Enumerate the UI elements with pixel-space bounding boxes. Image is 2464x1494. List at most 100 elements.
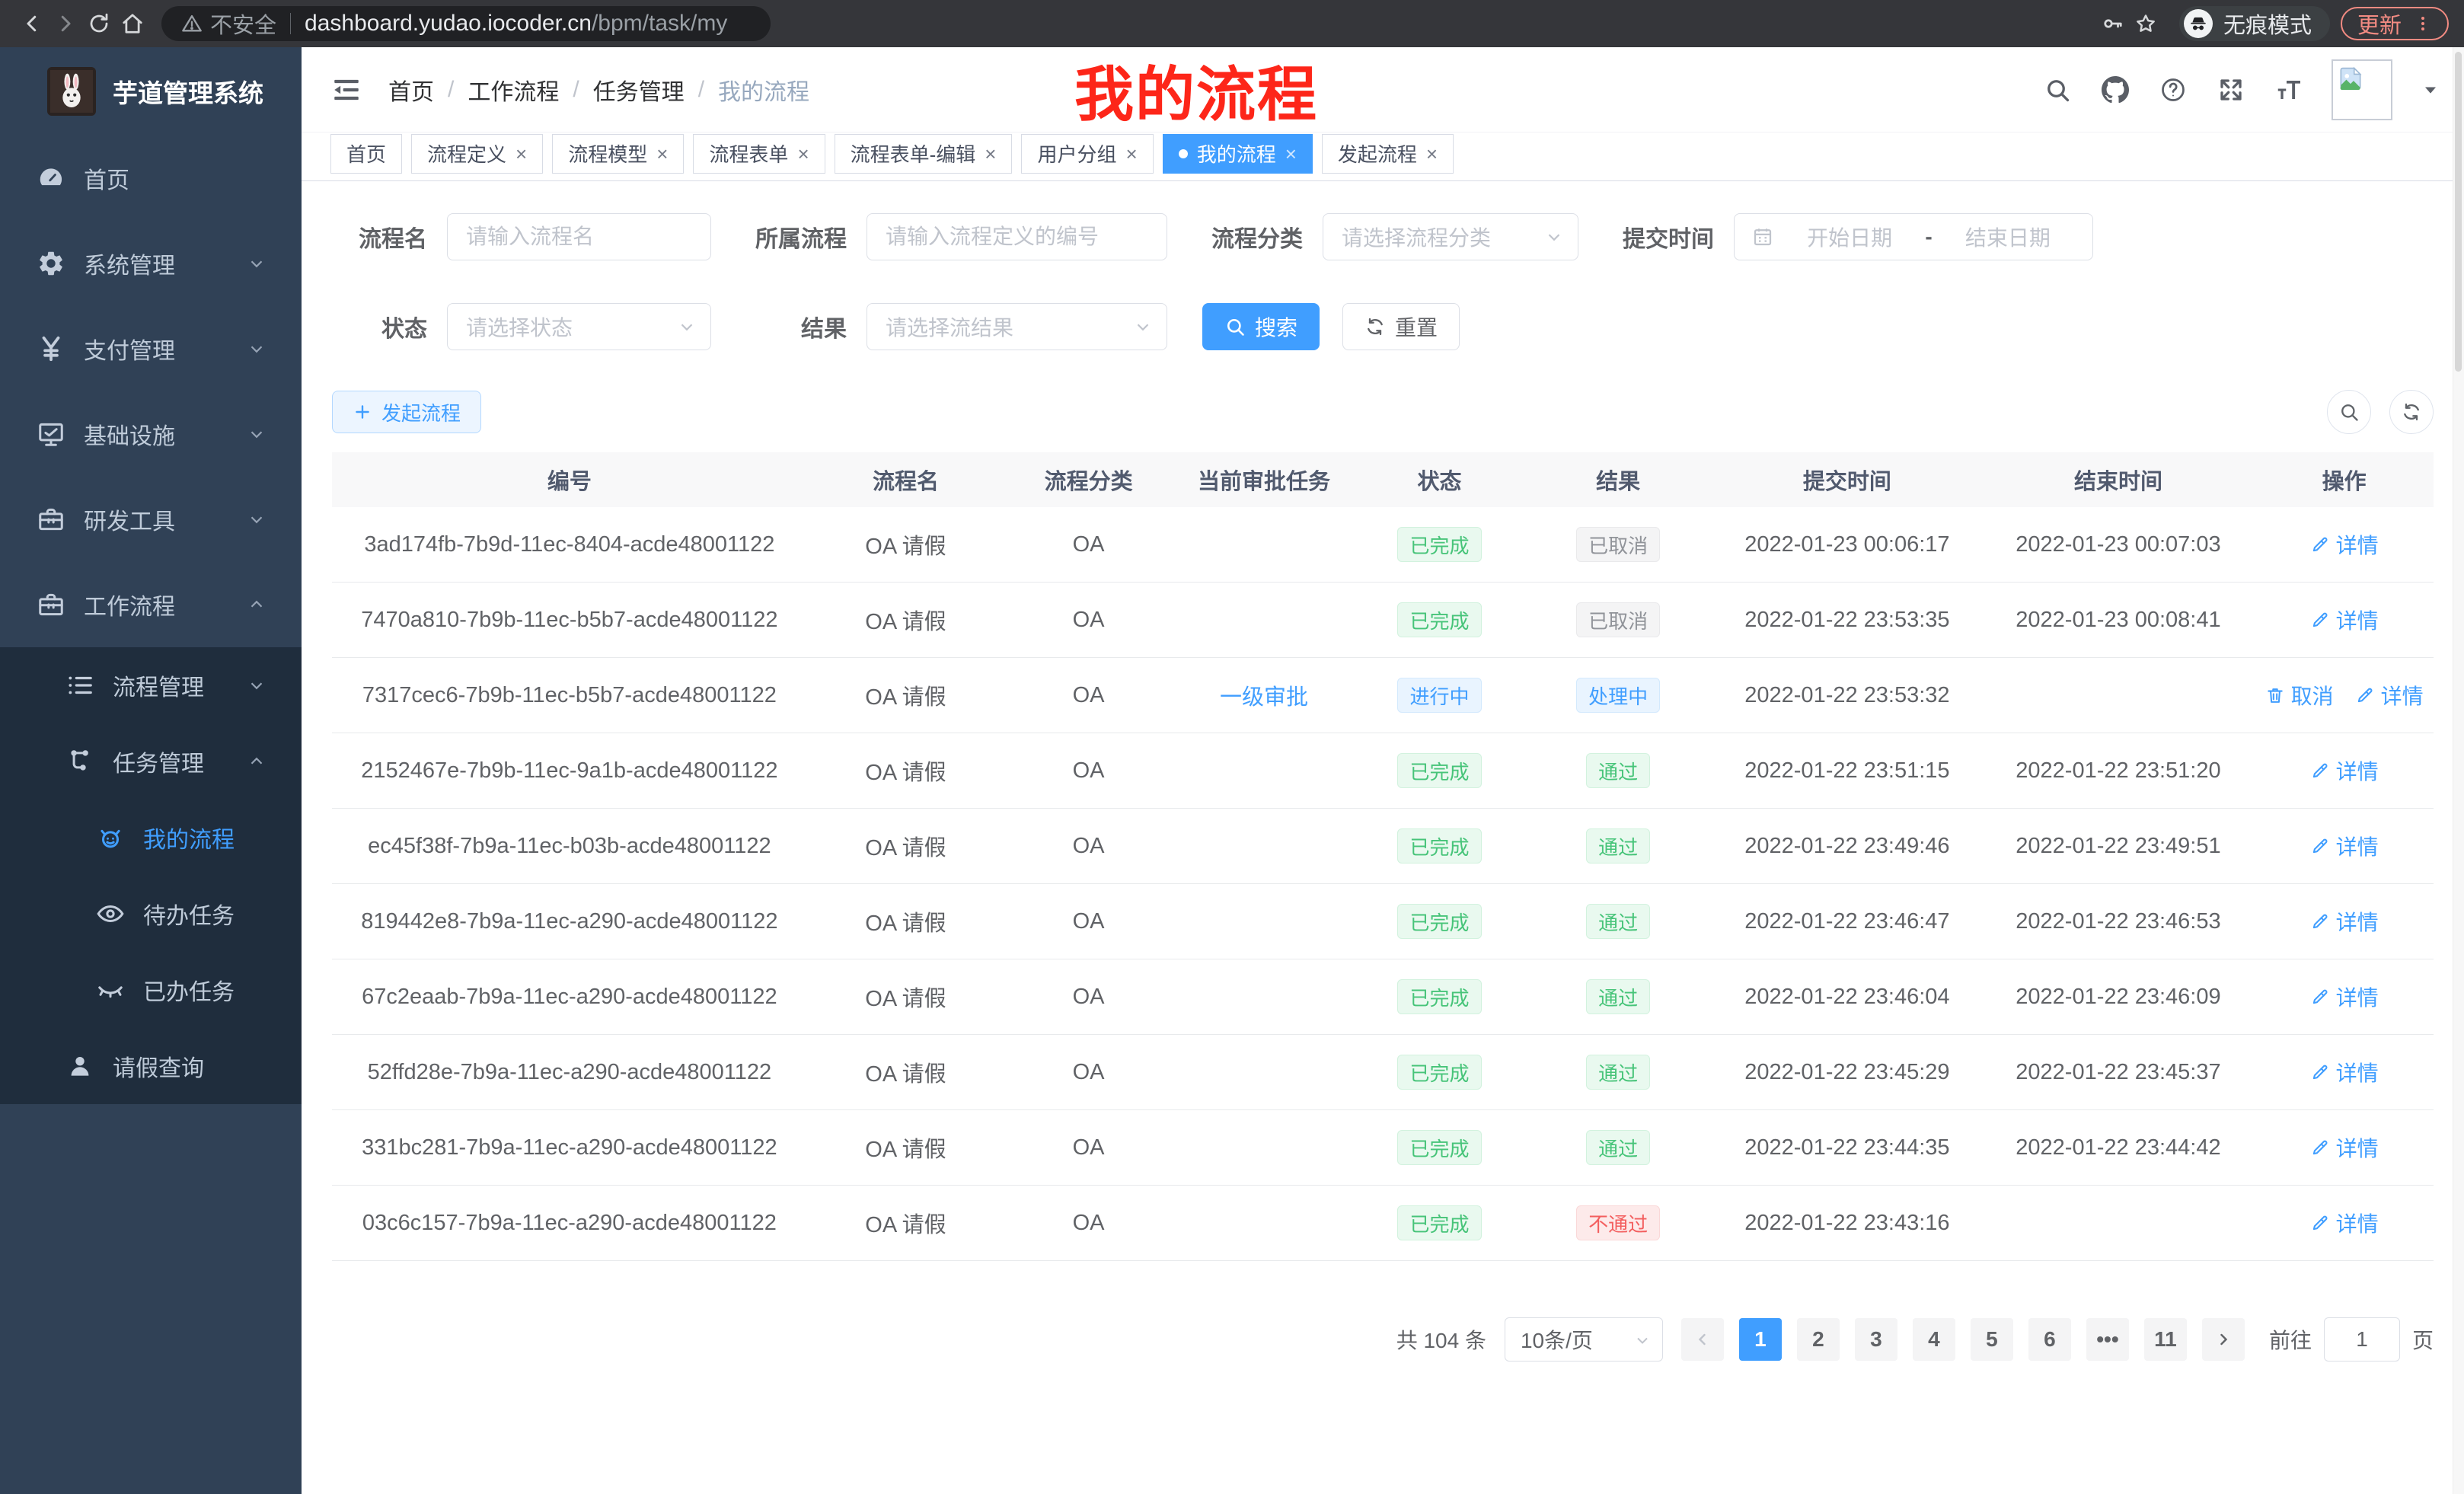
- update-button[interactable]: 更新: [2341, 7, 2449, 40]
- fullscreen-icon[interactable]: [2216, 75, 2246, 105]
- forward-icon[interactable]: [49, 7, 82, 40]
- sidebar-item-task-management[interactable]: 任务管理: [0, 723, 302, 800]
- tab-process-definition[interactable]: 流程定义×: [411, 134, 543, 174]
- sidebar-item-my-process[interactable]: 我的流程: [0, 800, 302, 876]
- breadcrumb-item[interactable]: 首页: [388, 73, 434, 107]
- pagination-total: 共 104 条: [1396, 1324, 1486, 1355]
- result-select[interactable]: 请选择流结果: [867, 303, 1167, 350]
- tab-process-form-edit[interactable]: 流程表单-编辑×: [835, 134, 1013, 174]
- cell-actions: 详情: [2255, 809, 2434, 884]
- close-icon[interactable]: ×: [515, 144, 527, 164]
- breadcrumb-item[interactable]: 任务管理: [593, 73, 685, 107]
- close-icon[interactable]: ×: [797, 144, 809, 164]
- breadcrumb-item[interactable]: 工作流程: [468, 73, 559, 107]
- cell-process-id: ec45f38f-7b9a-11ec-b03b-acde48001122: [332, 809, 807, 884]
- sidebar-item-process-management[interactable]: 流程管理: [0, 647, 302, 723]
- home-icon[interactable]: [116, 7, 149, 40]
- search-icon[interactable]: [2042, 75, 2073, 105]
- search-button-label: 搜索: [1255, 311, 1297, 342]
- close-icon[interactable]: ×: [1285, 144, 1297, 164]
- close-icon[interactable]: ×: [985, 144, 996, 164]
- action-detail-link[interactable]: 详情: [2310, 529, 2379, 560]
- app-logo[interactable]: 芋道管理系统: [0, 47, 302, 136]
- goto-page-input[interactable]: [2324, 1317, 2400, 1362]
- action-cancel-link[interactable]: 取消: [2265, 680, 2334, 710]
- avatar[interactable]: [2332, 59, 2392, 120]
- sidebar-item-done-tasks[interactable]: 已办任务: [0, 952, 302, 1028]
- sidebar-item-dev-tools[interactable]: 研发工具: [0, 477, 302, 562]
- cell-actions: 详情: [2255, 733, 2434, 809]
- column-header: 流程分类: [1004, 452, 1173, 507]
- sidebar-item-system-management[interactable]: 系统管理: [0, 221, 302, 306]
- owner-process-input[interactable]: [867, 213, 1167, 260]
- reload-icon[interactable]: [82, 7, 116, 40]
- browser-menu-icon[interactable]: [2414, 14, 2432, 33]
- action-detail-link[interactable]: 详情: [2310, 831, 2379, 861]
- prev-page-button[interactable]: [1681, 1318, 1724, 1361]
- sidebar-item-payment-management[interactable]: 支付管理: [0, 306, 302, 391]
- sidebar-item-workflow[interactable]: 工作流程: [0, 562, 302, 647]
- page-button-2[interactable]: 2: [1797, 1318, 1840, 1361]
- status-select[interactable]: 请选择状态: [447, 303, 711, 350]
- refresh-table-button[interactable]: [2389, 390, 2434, 434]
- action-detail-link[interactable]: 详情: [2310, 1208, 2379, 1238]
- sidebar-item-home[interactable]: 首页: [0, 136, 302, 221]
- action-detail-link[interactable]: 详情: [2310, 1057, 2379, 1087]
- reset-button[interactable]: 重置: [1342, 303, 1460, 350]
- font-size-icon[interactable]: [2274, 75, 2304, 105]
- tab-my-process[interactable]: 我的流程×: [1163, 134, 1313, 174]
- tab-home[interactable]: 首页: [330, 134, 402, 174]
- tab-process-model[interactable]: 流程模型×: [552, 134, 684, 174]
- tab-process-form[interactable]: 流程表单×: [693, 134, 825, 174]
- page-button-5[interactable]: 5: [1971, 1318, 2013, 1361]
- hamburger-icon[interactable]: [330, 74, 362, 106]
- next-page-button[interactable]: [2202, 1318, 2245, 1361]
- sidebar-item-todo-tasks[interactable]: 待办任务: [0, 876, 302, 952]
- action-label: 详情: [2336, 1132, 2379, 1163]
- cell-actions: 详情: [2255, 1110, 2434, 1186]
- tab-start-process[interactable]: 发起流程×: [1322, 134, 1454, 174]
- close-icon[interactable]: ×: [1126, 144, 1138, 164]
- show-search-button[interactable]: [2327, 390, 2371, 434]
- scrollbar[interactable]: [2453, 47, 2464, 1494]
- action-detail-link[interactable]: 详情: [2310, 755, 2379, 786]
- page-button-11[interactable]: 11: [2144, 1318, 2187, 1361]
- address-bar[interactable]: 不安全 dashboard.yudao.iocoder.cn/bpm/task/…: [161, 6, 771, 41]
- process-category-select[interactable]: 请选择流程分类: [1323, 213, 1578, 260]
- search-button[interactable]: 搜索: [1202, 303, 1320, 350]
- action-detail-link[interactable]: 详情: [2355, 680, 2424, 710]
- cell-submit-time: 2022-01-22 23:43:16: [1712, 1186, 1981, 1261]
- pager-ellipsis[interactable]: •••: [2086, 1318, 2129, 1361]
- page-size-select[interactable]: 10条/页: [1505, 1317, 1663, 1362]
- chev-down-icon: [247, 424, 267, 444]
- cell-status: 已完成: [1355, 884, 1524, 959]
- table-row: 7317cec6-7b9b-11ec-b5b7-acde48001122OA 请…: [332, 658, 2434, 733]
- tab-user-group[interactable]: 用户分组×: [1021, 134, 1153, 174]
- page-button-6[interactable]: 6: [2028, 1318, 2071, 1361]
- sidebar-item-infrastructure[interactable]: 基础设施: [0, 391, 302, 477]
- scrollbar-thumb[interactable]: [2455, 52, 2462, 372]
- tags-view-bar: 首页流程定义×流程模型×流程表单×流程表单-编辑×用户分组×我的流程×发起流程×: [302, 132, 2464, 181]
- help-icon[interactable]: [2158, 75, 2188, 105]
- breadcrumb: 首页/工作流程/任务管理/我的流程: [388, 73, 809, 107]
- action-detail-link[interactable]: 详情: [2310, 605, 2379, 635]
- back-icon[interactable]: [15, 7, 49, 40]
- avatar-caret-icon[interactable]: [2420, 79, 2441, 101]
- page-button-3[interactable]: 3: [1855, 1318, 1897, 1361]
- filter-result: 结果 请选择流结果: [746, 303, 1167, 350]
- close-icon[interactable]: ×: [1426, 144, 1438, 164]
- start-process-button[interactable]: 发起流程: [332, 391, 481, 433]
- process-name-input[interactable]: [447, 213, 711, 260]
- submit-time-range-picker[interactable]: 开始日期 - 结束日期: [1734, 213, 2093, 260]
- github-icon[interactable]: [2100, 75, 2130, 105]
- action-detail-link[interactable]: 详情: [2310, 1132, 2379, 1163]
- action-detail-link[interactable]: 详情: [2310, 982, 2379, 1012]
- current-task-link[interactable]: 一级审批: [1220, 685, 1308, 710]
- sidebar-item-leave-query[interactable]: 请假查询: [0, 1028, 302, 1104]
- password-key-icon[interactable]: [2095, 7, 2129, 40]
- page-button-1[interactable]: 1: [1739, 1318, 1782, 1361]
- action-detail-link[interactable]: 详情: [2310, 906, 2379, 937]
- close-icon[interactable]: ×: [656, 144, 668, 164]
- page-button-4[interactable]: 4: [1913, 1318, 1955, 1361]
- bookmark-star-icon[interactable]: [2129, 7, 2162, 40]
